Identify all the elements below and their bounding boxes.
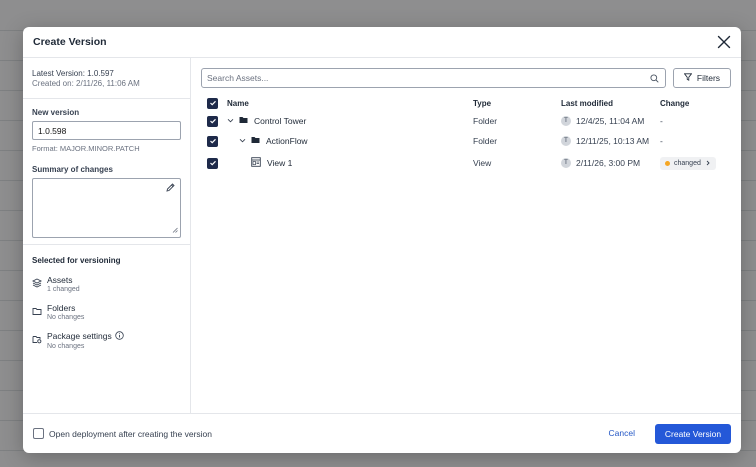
selected-item-assets[interactable]: Assets 1 changed [31,275,181,294]
modified-date: 12/4/25, 11:04 AM [576,116,645,126]
changed-badge[interactable]: changed [660,156,716,170]
view-icon [251,157,261,169]
format-hint: Format: MAJOR.MINOR.PATCH [32,144,140,153]
filter-icon [683,73,693,83]
changed-dot-icon [665,160,670,166]
column-header-type[interactable]: Type [473,99,561,108]
modified-date: 12/11/25, 10:13 AM [576,136,650,146]
summary-textarea[interactable] [32,178,181,238]
stack-icon [31,278,43,288]
created-on-text: Created on: 2/11/26, 11:06 AM [32,79,140,88]
selected-item-package-settings[interactable]: Package settings No changes [32,331,181,351]
create-version-button[interactable]: Create Version [655,424,731,444]
selected-item-status: No changes [47,314,85,321]
row-checkbox[interactable] [207,115,218,127]
asset-name: ActionFlow [266,136,308,146]
dialog-header: Create Version [23,27,741,58]
select-all-checkbox[interactable] [207,97,218,109]
close-icon [717,35,731,49]
chevron-right-icon [706,160,710,166]
change-status: changed [674,159,701,167]
table-header-row: Name Type Last modified Change [201,95,731,111]
selected-item-status: No changes [47,343,85,351]
filters-button[interactable]: Filters [673,68,731,88]
new-version-label: New version [32,108,80,117]
selected-title: Selected for versioning [32,256,121,265]
assets-table: Name Type Last modified Change Control T… [201,95,731,175]
row-checkbox[interactable] [207,157,218,169]
asset-type: View [473,158,492,168]
chevron-down-icon[interactable] [239,136,246,146]
search-icon [650,74,659,85]
selected-for-versioning: Selected for versioning Assets 1 changed [23,245,190,371]
package-settings-icon [32,334,42,344]
row-checkbox[interactable] [207,135,218,147]
selected-item-name: Package settings [47,331,112,341]
avatar: T [561,116,571,126]
version-info: Latest Version: 1.0.597 Created on: 2/11… [23,58,190,99]
ai-pen-icon[interactable] [166,183,175,194]
version-form: New version 1.0.598 Format: MAJOR.MINOR.… [23,99,190,245]
selected-item-folders[interactable]: Folders No changes [32,303,181,322]
latest-version-text: Latest Version: 1.0.597 [32,69,114,78]
search-box [201,68,666,88]
avatar: T [561,158,571,168]
summary-label: Summary of changes [32,165,113,174]
folder-icon [239,116,248,126]
new-version-input[interactable]: 1.0.598 [32,121,181,140]
check-icon [209,138,216,144]
folder-outline-icon [32,306,42,316]
change-status: - [660,116,663,126]
selected-item-status: 1 changed [47,286,80,293]
create-version-dialog: Create Version Latest Version: 1.0.597 C… [23,27,741,453]
table-row[interactable]: ActionFlow Folder T 12/11/25, 10:13 AM - [201,131,731,151]
column-header-name[interactable]: Name [227,99,473,108]
open-deployment-checkbox[interactable] [33,428,44,439]
close-button[interactable] [717,35,731,49]
check-icon [209,160,216,166]
avatar: T [561,136,571,146]
modified-date: 2/11/26, 3:00 PM [576,158,641,168]
column-header-change[interactable]: Change [660,99,720,108]
cancel-button[interactable]: Cancel [609,428,635,438]
open-deployment-option[interactable]: Open deployment after creating the versi… [33,428,212,439]
check-icon [209,100,216,106]
dialog-body: Latest Version: 1.0.597 Created on: 2/11… [23,58,741,413]
resize-handle-icon[interactable] [172,225,178,235]
version-details-panel: Latest Version: 1.0.597 Created on: 2/11… [23,58,191,413]
assets-panel: Filters Name Type Last modified Change [191,58,741,413]
table-row[interactable]: Control Tower Folder T 12/4/25, 11:04 AM … [201,111,731,131]
asset-type: Folder [473,116,498,126]
selected-item-name: Folders [47,303,76,313]
folder-icon [251,136,260,146]
selected-item-name: Assets [47,275,73,285]
table-row[interactable]: View 1 View T 2/11/26, 3:00 PM changed [201,151,731,175]
filters-label: Filters [696,73,721,83]
search-input[interactable] [202,69,665,87]
open-deployment-label: Open deployment after creating the versi… [49,428,213,439]
asset-name: View 1 [267,158,293,168]
check-icon [209,118,216,124]
asset-type: Folder [473,136,498,146]
dialog-footer: Open deployment after creating the versi… [23,413,741,453]
dialog-title: Create Version [33,36,107,48]
asset-name: Control Tower [254,116,307,126]
assets-toolbar: Filters [201,68,731,88]
chevron-down-icon[interactable] [227,116,234,126]
change-status: - [660,136,663,146]
info-icon[interactable] [115,331,124,342]
column-header-modified[interactable]: Last modified [561,99,660,108]
